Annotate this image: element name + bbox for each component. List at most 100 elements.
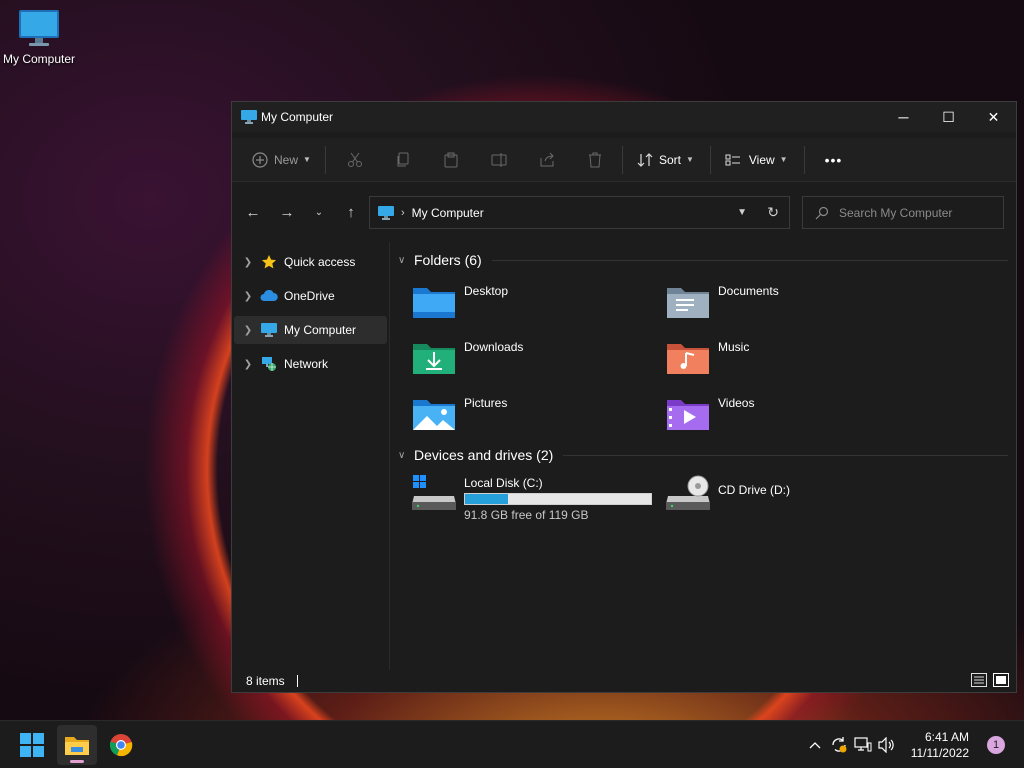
show-hidden-icons-button[interactable]	[803, 733, 827, 757]
back-button[interactable]: ←	[236, 196, 270, 228]
view-icon	[725, 154, 740, 165]
clock-date: 11/11/2022	[910, 746, 969, 760]
status-bar: 8 items	[232, 670, 1016, 692]
forward-button[interactable]: →	[270, 196, 304, 228]
cd-drive-icon	[666, 475, 710, 510]
minimize-button[interactable]: ─	[881, 102, 926, 132]
recent-locations-button[interactable]: ⌄	[304, 196, 334, 228]
toolbar-divider	[709, 145, 711, 174]
start-button[interactable]	[12, 725, 52, 765]
search-box[interactable]	[802, 196, 1004, 229]
command-bar: New ▼ Sort ▼ View ▼ •••	[232, 138, 1016, 182]
taskbar: 6:41 AM 11/11/2022 1	[0, 720, 1024, 768]
taskbar-chrome[interactable]	[101, 725, 141, 765]
folder-name: Music	[718, 340, 750, 354]
sort-label: Sort	[658, 152, 681, 167]
new-label: New	[274, 152, 299, 167]
share-button[interactable]	[532, 144, 562, 176]
plus-circle-icon	[252, 151, 268, 168]
folder-name: Documents	[718, 284, 779, 298]
notification-badge[interactable]: 1	[987, 736, 1005, 754]
clock-time: 6:41 AM	[924, 730, 969, 744]
folder-name: Desktop	[464, 284, 509, 298]
folder-downloads[interactable]: Downloads	[412, 338, 652, 384]
sort-button[interactable]: Sort ▼	[629, 144, 702, 176]
title-bar[interactable]: My Computer ─ ☐ ✕	[232, 102, 1016, 132]
sidebar-item-my-computer[interactable]: ❯ My Computer	[234, 316, 387, 344]
rename-icon	[491, 152, 507, 167]
folder-desktop[interactable]: Desktop	[412, 282, 652, 328]
view-button[interactable]: View ▼	[717, 144, 796, 176]
sidebar-item-network[interactable]: ❯ Network	[234, 350, 387, 378]
more-icon: •••	[824, 151, 843, 168]
tiles-view-button[interactable]	[992, 672, 1010, 688]
chevron-right-icon[interactable]: ›	[401, 207, 405, 219]
copy-button[interactable]	[388, 144, 418, 176]
monitor-icon	[378, 205, 394, 220]
address-bar[interactable]: › My Computer ▼ ↻	[369, 196, 790, 229]
drives-group-header[interactable]: ∨ Devices and drives (2)	[398, 447, 1008, 463]
drive-local-disk-c[interactable]: Local Disk (C:) 91.8 GB free of 119 GB	[412, 474, 662, 522]
toolbar-divider	[621, 145, 623, 174]
more-options-button[interactable]: •••	[817, 144, 851, 176]
folders-group-header[interactable]: ∨ Folders (6)	[398, 252, 1008, 268]
start-icon	[20, 733, 44, 757]
close-button[interactable]: ✕	[971, 102, 1016, 132]
cloud-icon	[260, 290, 278, 301]
downloads-folder-icon	[413, 344, 455, 374]
chevron-right-icon[interactable]: ❯	[236, 257, 260, 268]
sidebar-item-quick-access[interactable]: ❯ Quick access	[234, 248, 387, 276]
music-folder-icon	[667, 344, 709, 374]
monitor-icon	[19, 10, 59, 46]
view-label: View	[748, 152, 775, 167]
desktop-icon-my-computer[interactable]: My Computer	[0, 8, 78, 78]
drive-cd-d[interactable]: CD Drive (D:)	[666, 474, 906, 520]
folder-music[interactable]: Music	[666, 338, 906, 384]
drive-name: CD Drive (D:)	[718, 483, 790, 497]
up-button[interactable]: ↑	[334, 196, 368, 228]
delete-button[interactable]	[580, 144, 610, 176]
chevron-right-icon[interactable]: ❯	[236, 291, 260, 302]
file-explorer-icon	[65, 737, 89, 755]
toolbar-divider	[324, 145, 326, 174]
chevron-right-icon[interactable]: ❯	[236, 325, 260, 336]
details-view-button[interactable]	[970, 672, 988, 688]
rename-button[interactable]	[484, 144, 514, 176]
refresh-icon[interactable]: ↻	[767, 204, 779, 221]
sidebar-item-onedrive[interactable]: ❯ OneDrive	[234, 282, 387, 310]
folder-pictures[interactable]: Pictures	[412, 394, 652, 440]
sidebar-item-label: Network	[284, 357, 329, 371]
share-icon	[540, 152, 554, 166]
folder-documents[interactable]: Documents	[666, 282, 906, 328]
sidebar-item-label: OneDrive	[284, 289, 335, 303]
folder-name: Downloads	[464, 340, 524, 354]
cut-icon	[347, 152, 362, 167]
sidebar-item-label: Quick access	[284, 255, 356, 269]
search-icon	[815, 206, 829, 219]
breadcrumb-my-computer[interactable]: My Computer	[412, 206, 484, 220]
documents-folder-icon	[667, 288, 709, 318]
group-title: Folders (6)	[414, 252, 482, 268]
drive-usage-fill	[465, 494, 508, 504]
cut-button[interactable]	[340, 144, 370, 176]
taskbar-file-explorer[interactable]	[57, 725, 97, 765]
maximize-button[interactable]: ☐	[926, 102, 971, 132]
drive-usage-bar	[464, 493, 652, 505]
address-dropdown-icon[interactable]: ▼	[737, 207, 747, 218]
status-divider	[296, 675, 298, 687]
window-title: My Computer	[261, 110, 334, 124]
paste-button[interactable]	[436, 144, 466, 176]
sync-status-button[interactable]	[827, 733, 851, 757]
volume-button[interactable]	[875, 733, 899, 757]
desktop-icon-label: My Computer	[2, 52, 76, 66]
new-button[interactable]: New ▼	[244, 144, 319, 176]
search-input[interactable]	[839, 205, 999, 220]
chevron-down-icon: ∨	[398, 254, 406, 266]
group-divider	[491, 259, 1008, 261]
chevron-up-icon	[809, 742, 821, 749]
folder-videos[interactable]: Videos	[666, 394, 906, 440]
chevron-right-icon[interactable]: ❯	[236, 359, 260, 370]
clock[interactable]: 6:41 AM 11/11/2022	[909, 729, 969, 761]
network-status-button[interactable]	[851, 733, 875, 757]
navigation-pane: ❯ Quick access ❯ OneDrive ❯ My Computer …	[232, 242, 390, 670]
